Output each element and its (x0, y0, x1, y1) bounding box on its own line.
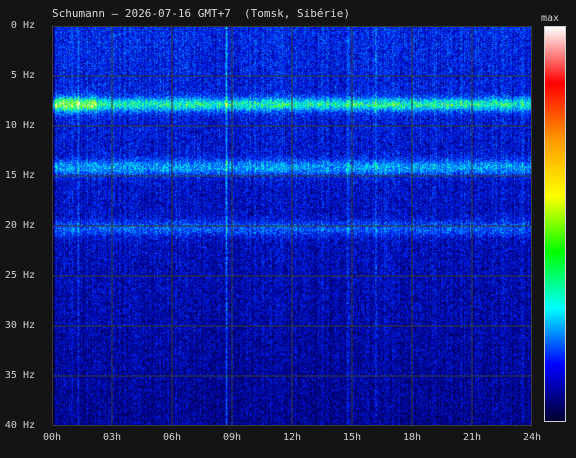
y-tick-label: 5 Hz (10, 70, 35, 81)
y-tick-label: 15 Hz (4, 170, 35, 181)
chart-title: Schumann – 2026-07-16 GMT+7 (Tomsk, Sibé… (52, 7, 351, 20)
y-tick-label: 0 Hz (10, 20, 35, 31)
grid-lines (52, 26, 532, 426)
x-tick-label: 00h (42, 432, 62, 443)
y-tick-label: 10 Hz (4, 120, 35, 131)
x-tick-label: 18h (402, 432, 422, 443)
colorbar-label: max (541, 13, 560, 24)
spectrogram-plot (52, 26, 532, 426)
y-tick-label: 35 Hz (4, 370, 35, 381)
y-tick-label: 25 Hz (4, 270, 35, 281)
y-tick-label: 20 Hz (4, 220, 35, 231)
y-tick-label: 40 Hz (4, 420, 35, 431)
y-tick-label: 30 Hz (4, 320, 35, 331)
x-tick-label: 12h (282, 432, 302, 443)
x-tick-label: 09h (222, 432, 242, 443)
x-tick-label: 15h (342, 432, 362, 443)
colorbar (544, 26, 566, 422)
x-tick-label: 24h (522, 432, 542, 443)
x-tick-label: 06h (162, 432, 182, 443)
x-tick-label: 21h (462, 432, 482, 443)
x-tick-label: 03h (102, 432, 122, 443)
